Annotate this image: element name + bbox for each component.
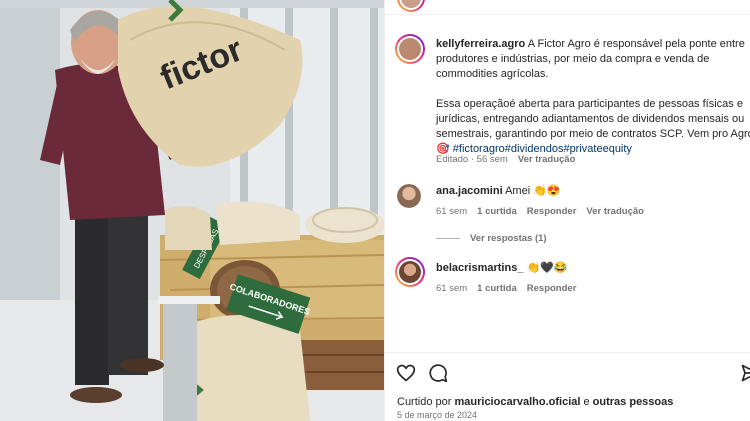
caption-line-6: semestrais, garantindo por meio de contr… bbox=[436, 128, 750, 140]
header-avatar[interactable] bbox=[397, 0, 425, 12]
comment-bela: belacrismartins_ 👏🖤😂 bbox=[436, 261, 568, 276]
comment-likes[interactable]: 1 curtida bbox=[477, 283, 517, 294]
heart-icon[interactable] bbox=[396, 363, 416, 383]
liked-by-prefix: Curtido por bbox=[397, 396, 452, 408]
reply-button[interactable]: Responder bbox=[527, 283, 577, 294]
replies-line bbox=[436, 237, 460, 239]
share-icon[interactable] bbox=[740, 363, 750, 383]
view-replies-label[interactable]: Ver respostas (1) bbox=[470, 233, 547, 244]
caption-line-5: jurídicas, entregando adiantamentos de d… bbox=[436, 113, 745, 125]
reply-button[interactable]: Responder bbox=[527, 206, 577, 217]
comment-likes[interactable]: 1 curtida bbox=[477, 206, 517, 217]
caption-line-2: produtores e indústrias, por meio da com… bbox=[436, 53, 710, 65]
caption: kellyferreira.agro A Fictor Agro é respo… bbox=[436, 37, 750, 157]
comment-ana-meta: 61 sem 1 curtida Responder Ver tradução bbox=[436, 206, 654, 217]
liked-by: Curtido por mauriciocarvalho.oficial e o… bbox=[397, 395, 673, 410]
caption-edited: Editado · 56 sem bbox=[436, 154, 508, 165]
liked-by-user[interactable]: mauriciocarvalho.oficial bbox=[454, 396, 580, 408]
comment-time: 61 sem bbox=[436, 283, 468, 294]
liked-by-middle: e bbox=[583, 396, 590, 408]
comment-username[interactable]: belacrismartins_ bbox=[436, 262, 523, 274]
post-date: 5 de março de 2024 bbox=[397, 410, 478, 420]
caption-line-4: Essa operaçãoé aberta para participantes… bbox=[436, 98, 743, 110]
header-divider bbox=[385, 14, 750, 15]
caption-line-1: A Fictor Agro é responsável pela ponte e… bbox=[527, 38, 745, 50]
actions-divider bbox=[385, 352, 750, 353]
comment-ana: ana.jacomini Amei 👏😍 bbox=[436, 184, 561, 199]
post-side-panel: kellyferreira.agro A Fictor Agro é respo… bbox=[384, 0, 750, 421]
comment-translate-link[interactable]: Ver tradução bbox=[586, 206, 644, 217]
post-image: DESPESAS COLABORADORES fictor bbox=[0, 0, 384, 421]
caption-meta: Editado · 56 sem Ver tradução bbox=[436, 154, 585, 165]
comment-avatar-bela[interactable] bbox=[395, 257, 425, 287]
comment-text: 👏🖤😂 bbox=[526, 262, 568, 274]
comment-bela-meta: 61 sem 1 curtida Responder bbox=[436, 283, 586, 294]
caption-username[interactable]: kellyferreira.agro bbox=[436, 38, 525, 50]
caption-line-3: commodities agrícolas. bbox=[436, 68, 549, 80]
comment-text: Amei 👏😍 bbox=[505, 185, 561, 197]
comment-avatar-ana[interactable] bbox=[397, 184, 421, 208]
caption-avatar[interactable] bbox=[395, 34, 425, 64]
comment-time: 61 sem bbox=[436, 206, 468, 217]
comment-username[interactable]: ana.jacomini bbox=[436, 185, 503, 197]
view-replies-button[interactable]: Ver respostas (1) bbox=[436, 233, 557, 244]
post-photo: DESPESAS COLABORADORES fictor bbox=[0, 0, 384, 421]
liked-by-others[interactable]: outras pessoas bbox=[593, 396, 674, 408]
comment-icon[interactable] bbox=[428, 363, 448, 383]
caption-translate-link[interactable]: Ver tradução bbox=[518, 154, 576, 165]
